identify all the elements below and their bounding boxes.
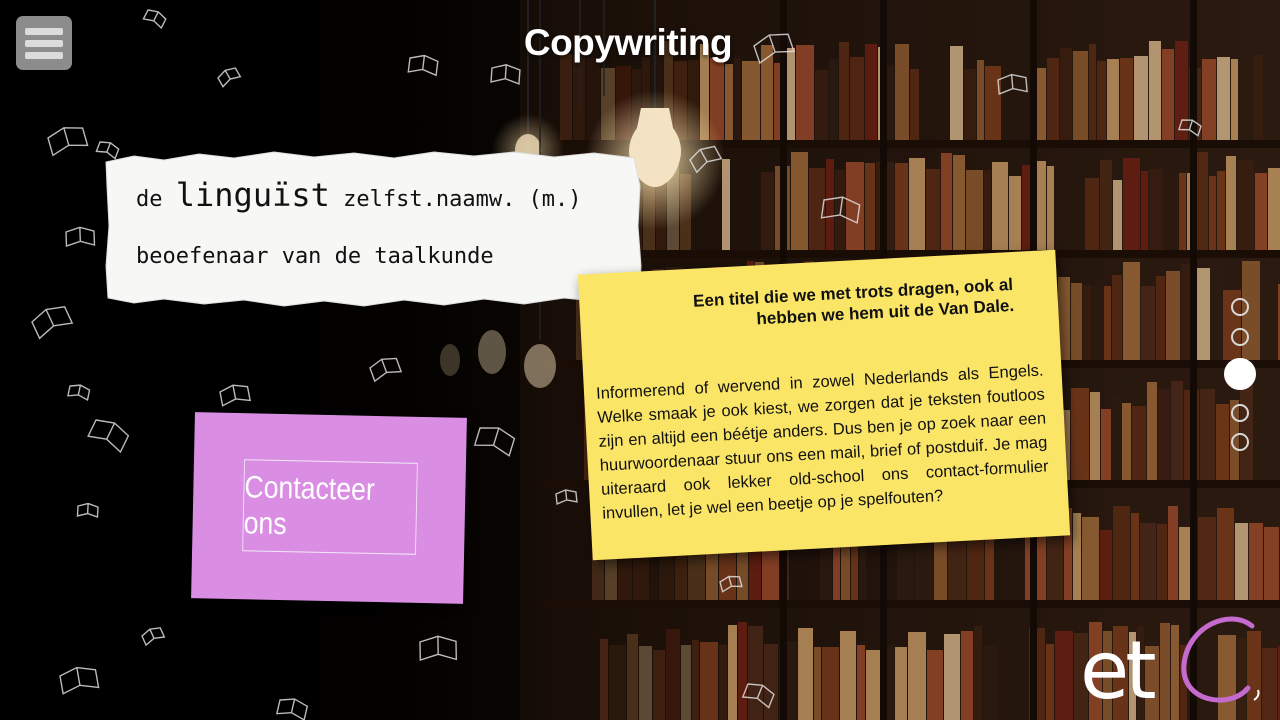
logo-c-mark	[1181, 616, 1255, 703]
definition-meaning: beoefenaar van de taalkunde	[136, 244, 494, 269]
slide-pagination	[1224, 296, 1256, 456]
definition-grammar: zelfst.naamw. (m.)	[343, 187, 582, 212]
pagination-dot-1[interactable]	[1231, 298, 1249, 316]
page-title: Copywriting	[523, 22, 733, 63]
note-body: Informerend of wervend in zowel Nederlan…	[595, 361, 1049, 523]
pagination-dot-5[interactable]	[1231, 433, 1249, 451]
etc-logo[interactable]: et	[1080, 612, 1266, 717]
note-heading: Een titel die we met trots dragen, ook a…	[692, 274, 1015, 329]
logo-text: et	[1080, 624, 1155, 712]
pagination-dot-2[interactable]	[1231, 328, 1249, 346]
definition-paper	[104, 146, 642, 310]
contact-note: Contacteer ons	[191, 412, 467, 604]
definition-word: linguïst	[175, 176, 330, 214]
definition-line: de linguïst zelfst.naamw. (m.)	[136, 176, 582, 214]
info-note: Een titel die we met trots dragen, ook a…	[577, 249, 1071, 561]
pagination-dot-3-active[interactable]	[1224, 358, 1256, 390]
contact-button[interactable]: Contacteer ons	[242, 459, 418, 555]
pagination-dot-4[interactable]	[1231, 404, 1249, 422]
definition-article: de	[136, 187, 163, 212]
